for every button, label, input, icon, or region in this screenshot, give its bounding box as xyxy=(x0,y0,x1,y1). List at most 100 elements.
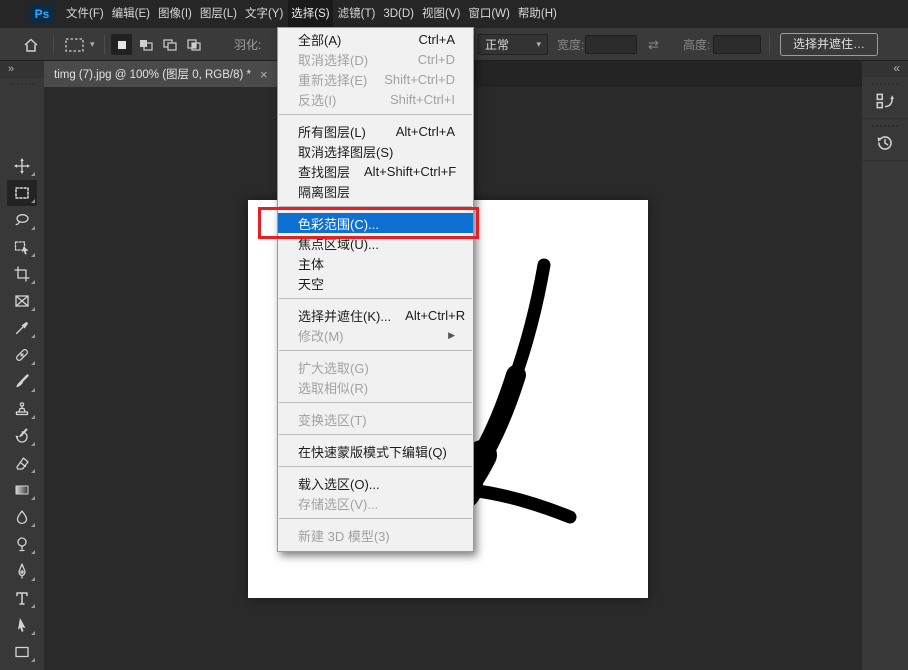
toolbar-grip[interactable] xyxy=(10,83,34,85)
feather-label: 羽化: xyxy=(234,36,261,53)
menu-item-similar: 选取相似(R) xyxy=(278,377,473,397)
mode-value: 正常 xyxy=(485,36,509,53)
panels-collapse-button[interactable]: « xyxy=(862,61,908,77)
menu-item-all-layers[interactable]: 所有图层(L)Alt+Ctrl+A xyxy=(278,121,473,141)
chevron-down-icon[interactable]: ▾ xyxy=(90,39,95,50)
path-selection-tool[interactable] xyxy=(7,612,37,638)
intersect-selection-icon xyxy=(185,37,203,53)
menu-separator xyxy=(279,402,472,403)
panel-grip xyxy=(872,83,898,85)
menu-item-deselect: 取消选择(D)Ctrl+D xyxy=(278,49,473,69)
blur-tool[interactable] xyxy=(7,504,37,530)
rectangular-marquee-tool[interactable] xyxy=(7,180,37,206)
menu-item-save-selection: 存储选区(V)... xyxy=(278,493,473,513)
menu-separator xyxy=(279,518,472,519)
path-selection-icon xyxy=(13,616,31,634)
dodge-tool[interactable] xyxy=(7,531,37,557)
menu-3d[interactable]: 3D(D) xyxy=(380,0,417,28)
subtract-from-selection-button[interactable] xyxy=(159,34,180,55)
select-menu-dropdown: 全部(A)Ctrl+A 取消选择(D)Ctrl+D 重新选择(E)Shift+C… xyxy=(277,27,474,552)
eyedropper-tool[interactable] xyxy=(7,315,37,341)
eraser-icon xyxy=(13,454,31,472)
mode-select[interactable]: 正常 ▾ xyxy=(478,34,548,55)
crop-tool[interactable] xyxy=(7,261,37,287)
home-icon xyxy=(22,36,40,54)
frame-tool[interactable] xyxy=(7,288,37,314)
width-label: 宽度: xyxy=(557,36,584,53)
menu-layer[interactable]: 图层(L) xyxy=(197,0,240,28)
subtract-selection-icon xyxy=(161,37,179,53)
new-selection-button[interactable] xyxy=(111,34,132,55)
menu-item-reselect: 重新选择(E)Shift+Ctrl+D xyxy=(278,69,473,89)
divider xyxy=(769,35,770,54)
brush-tool[interactable] xyxy=(7,369,37,395)
menu-edit[interactable]: 编辑(E) xyxy=(109,0,153,28)
panels-sidebar: « xyxy=(862,61,908,670)
menu-item-select-all[interactable]: 全部(A)Ctrl+A xyxy=(278,29,473,49)
actions-panel-icon xyxy=(874,90,896,112)
home-button[interactable] xyxy=(22,28,40,61)
menu-file[interactable]: 文件(F) xyxy=(63,0,107,28)
menu-item-isolate-layers[interactable]: 隔离图层 xyxy=(278,181,473,201)
menu-item-new-3d-model: 新建 3D 模型(3) xyxy=(278,525,473,545)
menu-item-grow: 扩大选取(G) xyxy=(278,357,473,377)
panel-grip xyxy=(872,125,898,127)
menu-item-sky[interactable]: 天空 xyxy=(278,273,473,293)
history-brush-icon xyxy=(13,427,31,445)
history-panel-button[interactable] xyxy=(862,119,908,161)
clone-stamp-icon xyxy=(13,400,31,418)
photoshop-logo: Ps xyxy=(30,4,54,24)
gradient-tool[interactable] xyxy=(7,477,37,503)
gradient-icon xyxy=(13,481,31,499)
close-tab-icon[interactable]: × xyxy=(260,67,268,82)
eraser-tool[interactable] xyxy=(7,450,37,476)
menu-image[interactable]: 图像(I) xyxy=(155,0,195,28)
menu-item-quick-mask[interactable]: 在快速蒙版模式下编辑(Q) xyxy=(278,441,473,461)
document-tab[interactable]: timg (7).jpg @ 100% (图层 0, RGB/8) * × xyxy=(44,61,278,87)
divider xyxy=(104,35,105,54)
menu-item-find-layers[interactable]: 查找图层Alt+Shift+Ctrl+F xyxy=(278,161,473,181)
divider xyxy=(53,35,54,54)
add-to-selection-button[interactable] xyxy=(135,34,156,55)
annotation-highlight-box xyxy=(258,207,479,239)
photoshop-window: Ps 文件(F) 编辑(E) 图像(I) 图层(L) 文字(Y) 选择(S) 滤… xyxy=(0,0,908,670)
toolbar-collapse-button[interactable]: » xyxy=(0,61,44,78)
menu-item-transform-selection: 变换选区(T) xyxy=(278,409,473,429)
menu-item-deselect-layers[interactable]: 取消选择图层(S) xyxy=(278,141,473,161)
rectangle-shape-tool[interactable] xyxy=(7,639,37,665)
menu-view[interactable]: 视图(V) xyxy=(419,0,463,28)
history-brush-tool[interactable] xyxy=(7,423,37,449)
submenu-arrow-icon: ▶ xyxy=(448,330,455,341)
hand-tool[interactable] xyxy=(7,666,37,670)
menu-separator xyxy=(279,298,472,299)
object-selection-tool[interactable] xyxy=(7,234,37,260)
menu-select[interactable]: 选择(S) xyxy=(288,0,332,28)
menu-item-select-and-mask[interactable]: 选择并遮住(K)...Alt+Ctrl+R xyxy=(278,305,473,325)
tool-preset[interactable]: ▾ xyxy=(64,28,95,61)
menu-item-subject[interactable]: 主体 xyxy=(278,253,473,273)
menu-separator xyxy=(279,350,472,351)
menu-item-load-selection[interactable]: 载入选区(O)... xyxy=(278,473,473,493)
clone-stamp-tool[interactable] xyxy=(7,396,37,422)
menu-help[interactable]: 帮助(H) xyxy=(515,0,560,28)
menu-type[interactable]: 文字(Y) xyxy=(242,0,286,28)
marquee-preset-icon xyxy=(64,36,86,54)
swap-dimensions-icon[interactable]: ⇄ xyxy=(648,37,659,53)
intersect-selection-button[interactable] xyxy=(183,34,204,55)
spot-healing-brush-tool[interactable] xyxy=(7,342,37,368)
lasso-tool[interactable] xyxy=(7,207,37,233)
menu-separator xyxy=(279,466,472,467)
height-input[interactable] xyxy=(713,35,761,54)
menu-filter[interactable]: 滤镜(T) xyxy=(335,0,379,28)
select-and-mask-button[interactable]: 选择并遮住… xyxy=(780,33,878,56)
menu-window[interactable]: 窗口(W) xyxy=(465,0,513,28)
pen-tool[interactable] xyxy=(7,558,37,584)
actions-panel-button[interactable] xyxy=(862,77,908,119)
move-tool[interactable] xyxy=(7,153,37,179)
chevron-down-icon: ▾ xyxy=(536,39,541,50)
move-icon xyxy=(13,157,31,175)
width-input[interactable] xyxy=(585,35,637,54)
type-tool[interactable] xyxy=(7,585,37,611)
brush-icon xyxy=(13,373,31,391)
height-label: 高度: xyxy=(683,36,710,53)
